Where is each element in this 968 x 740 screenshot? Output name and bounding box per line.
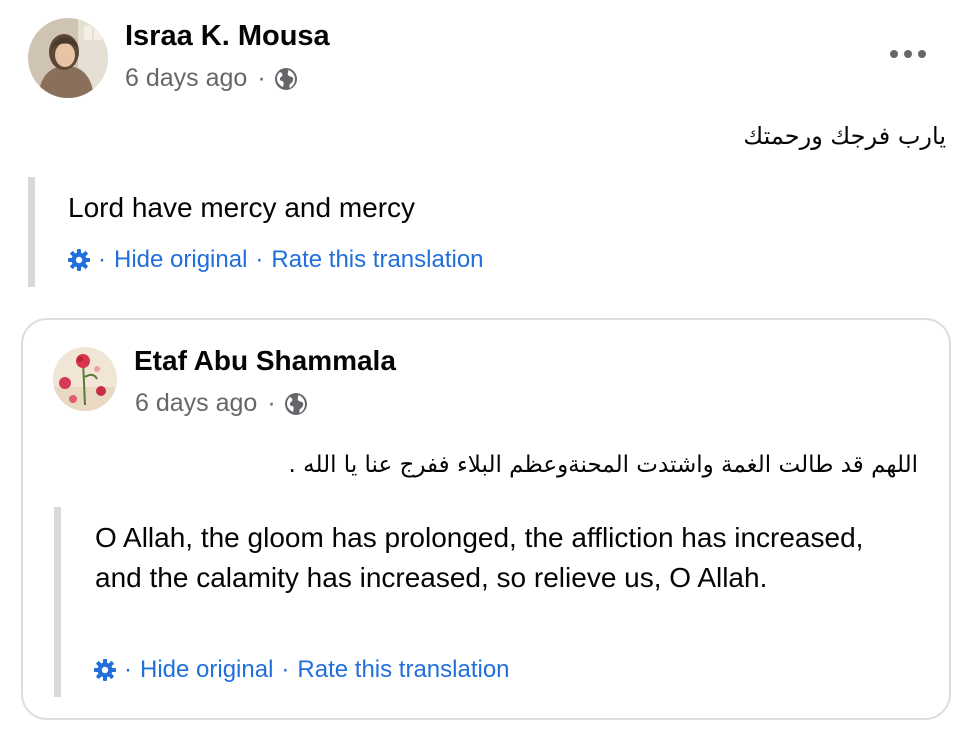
globe-icon[interactable] — [284, 392, 308, 416]
comment-translation-actions: · Hide original · Rate this translation — [92, 656, 510, 684]
more-dot — [918, 50, 926, 58]
gear-icon[interactable] — [92, 657, 118, 683]
hide-original-link[interactable]: Hide original — [114, 246, 247, 274]
action-separator: · — [255, 246, 264, 273]
translation-quote-bar — [28, 177, 35, 287]
action-separator: · — [98, 246, 106, 273]
commenter-name[interactable]: Etaf Abu Shammala — [134, 345, 396, 377]
more-dot — [890, 50, 898, 58]
comment-timestamp[interactable]: 6 days ago — [135, 389, 257, 418]
globe-icon[interactable] — [274, 67, 298, 91]
author-avatar[interactable] — [28, 18, 108, 98]
comment-meta: 6 days ago · — [135, 389, 308, 418]
more-options-icon[interactable] — [890, 40, 926, 68]
commenter-avatar[interactable] — [53, 347, 117, 411]
rate-translation-link[interactable]: Rate this translation — [271, 246, 483, 274]
more-dot — [904, 50, 912, 58]
gear-icon[interactable] — [66, 247, 92, 273]
action-separator: · — [124, 656, 132, 683]
hide-original-link[interactable]: Hide original — [140, 656, 273, 684]
post-timestamp[interactable]: 6 days ago — [125, 64, 247, 93]
meta-separator: · — [257, 64, 266, 92]
original-text: يارب فرجك ورحمتك — [743, 122, 946, 150]
comment-translated-text: O Allah, the gloom has prolonged, the af… — [95, 522, 864, 593]
rate-translation-link[interactable]: Rate this translation — [297, 656, 509, 684]
translated-text: Lord have mercy and mercy — [68, 192, 416, 223]
action-separator: · — [281, 656, 290, 683]
author-name[interactable]: Israa K. Mousa — [125, 20, 330, 53]
comment-original-text: اللهم قد طالت الغمة واشتدت المحنةوعظم ال… — [288, 452, 918, 478]
meta-separator: · — [267, 389, 276, 417]
post-meta: 6 days ago · — [125, 64, 298, 93]
comment-quote-bar — [54, 507, 61, 697]
translation-actions: · Hide original · Rate this translation — [66, 246, 484, 274]
